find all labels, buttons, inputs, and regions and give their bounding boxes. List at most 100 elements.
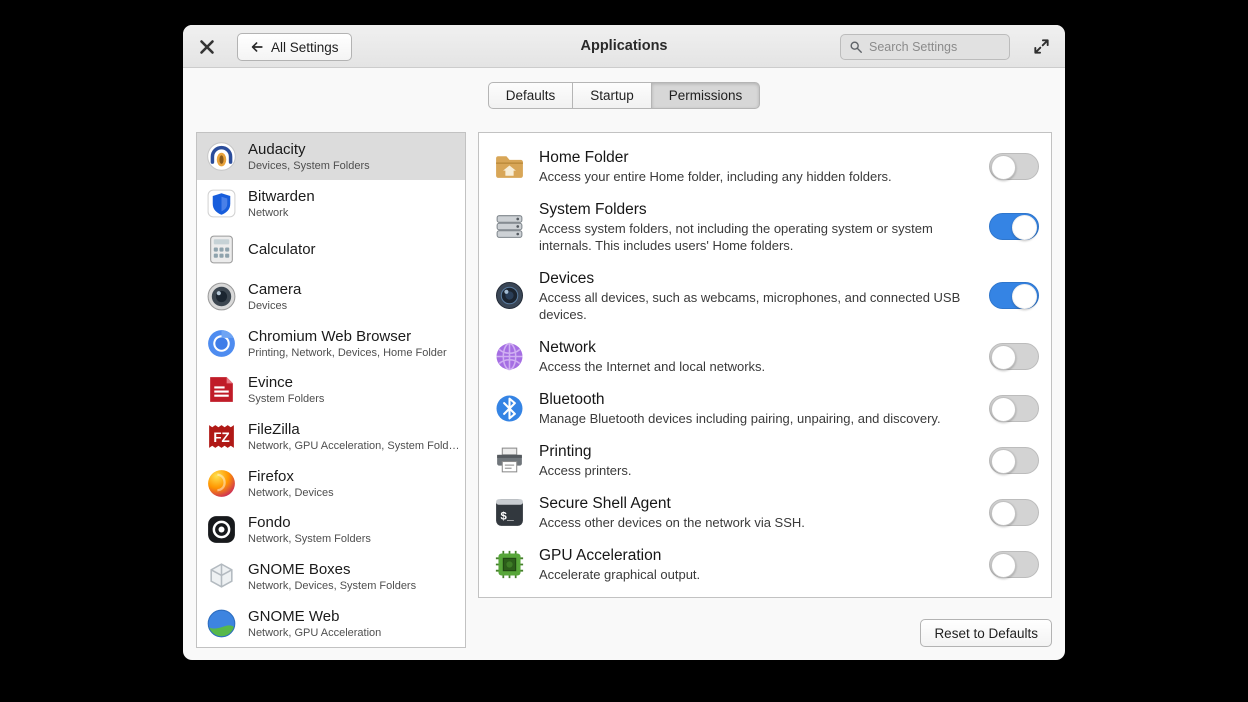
- app-name: Camera: [248, 280, 460, 299]
- app-name: Chromium Web Browser: [248, 327, 460, 346]
- app-permissions-summary: Network, System Folders: [248, 532, 460, 546]
- app-list: Audacity Devices, System Folders Bitward…: [196, 132, 466, 648]
- app-permissions-summary: System Folders: [248, 392, 460, 406]
- app-row-calculator[interactable]: Calculator: [197, 226, 465, 273]
- tab-startup[interactable]: Startup: [573, 82, 652, 109]
- toggle-home-folder[interactable]: [989, 153, 1039, 180]
- app-name: Audacity: [248, 140, 460, 159]
- filezilla-icon: FZ: [205, 420, 238, 453]
- ssh-icon: $_: [493, 496, 526, 529]
- app-name: Fondo: [248, 513, 460, 532]
- permissions-panel: Home Folder Access your entire Home fold…: [478, 132, 1052, 598]
- permission-description: Access your entire Home folder, includin…: [539, 168, 976, 185]
- permission-description: Access other devices on the network via …: [539, 514, 976, 531]
- app-name: GNOME Web: [248, 607, 460, 626]
- toggle-secure-shell-agent[interactable]: [989, 499, 1039, 526]
- toggle-gpu-acceleration[interactable]: [989, 551, 1039, 578]
- permission-row-devices: Devices Access all devices, such as webc…: [479, 261, 1051, 330]
- chromium-icon: [205, 327, 238, 360]
- printing-icon: [493, 444, 526, 477]
- app-row-firefox[interactable]: Firefox Network, Devices: [197, 460, 465, 507]
- permission-row-gpu-acceleration: GPU Acceleration Accelerate graphical ou…: [479, 538, 1051, 590]
- app-name: GNOME Boxes: [248, 560, 460, 579]
- permission-title: Bluetooth: [539, 389, 976, 410]
- header-bar: Applications All Settings: [183, 25, 1065, 68]
- app-row-fondo[interactable]: Fondo Network, System Folders: [197, 507, 465, 554]
- permission-row-secure-shell-agent: $_ Secure Shell Agent Access other devic…: [479, 486, 1051, 538]
- reset-to-defaults-button[interactable]: Reset to Defaults: [920, 619, 1052, 647]
- camera-icon: [205, 280, 238, 313]
- permission-description: Access system folders, not including the…: [539, 220, 976, 254]
- gpu-icon: [493, 548, 526, 581]
- app-permissions-summary: Network, Devices: [248, 486, 460, 500]
- permission-description: Access the Internet and local networks.: [539, 358, 976, 375]
- permission-row-printing: Printing Access printers.: [479, 434, 1051, 486]
- fondo-icon: [205, 513, 238, 546]
- all-settings-label: All Settings: [271, 40, 339, 55]
- app-row-gnome-boxes[interactable]: GNOME Boxes Network, Devices, System Fol…: [197, 553, 465, 600]
- permission-title: System Folders: [539, 199, 976, 220]
- network-icon: [493, 340, 526, 373]
- permission-row-system-folders: System Folders Access system folders, no…: [479, 192, 1051, 261]
- bluetooth-icon: [493, 392, 526, 425]
- app-permissions-summary: Devices, System Folders: [248, 159, 460, 173]
- app-row-audacity[interactable]: Audacity Devices, System Folders: [197, 133, 465, 180]
- firefox-icon: [205, 467, 238, 500]
- app-name: Calculator: [248, 240, 460, 259]
- system-folders-icon: [493, 210, 526, 243]
- permission-title: GPU Acceleration: [539, 545, 976, 566]
- bitwarden-icon: [205, 187, 238, 220]
- app-permissions-summary: Network: [248, 206, 460, 220]
- view-switcher: Defaults Startup Permissions: [183, 82, 1065, 109]
- app-row-evince[interactable]: Evince System Folders: [197, 366, 465, 413]
- permission-row-home-folder: Home Folder Access your entire Home fold…: [479, 140, 1051, 192]
- permission-row-bluetooth: Bluetooth Manage Bluetooth devices inclu…: [479, 382, 1051, 434]
- toggle-network[interactable]: [989, 343, 1039, 370]
- app-name: Bitwarden: [248, 187, 460, 206]
- app-row-filezilla[interactable]: FZ FileZilla Network, GPU Acceleration, …: [197, 413, 465, 460]
- home-folder-icon: [493, 150, 526, 183]
- tab-defaults[interactable]: Defaults: [488, 82, 574, 109]
- permission-description: Access all devices, such as webcams, mic…: [539, 289, 976, 323]
- permission-title: Network: [539, 337, 976, 358]
- gnome-boxes-icon: [205, 560, 238, 593]
- permission-title: Home Folder: [539, 147, 976, 168]
- permission-row-network: Network Access the Internet and local ne…: [479, 330, 1051, 382]
- app-permissions-summary: Network, Devices, System Folders: [248, 579, 460, 593]
- expand-icon[interactable]: [1032, 37, 1051, 56]
- evince-icon: [205, 373, 238, 406]
- toggle-devices[interactable]: [989, 282, 1039, 309]
- app-row-gnome-web[interactable]: GNOME Web Network, GPU Acceleration: [197, 600, 465, 647]
- svg-text:$_: $_: [500, 511, 514, 523]
- toggle-printing[interactable]: [989, 447, 1039, 474]
- permission-description: Accelerate graphical output.: [539, 566, 976, 583]
- settings-window: Applications All Settings Defaults Start…: [183, 25, 1065, 660]
- back-arrow-icon: [250, 40, 264, 54]
- search-box: [840, 34, 1010, 60]
- app-permissions-summary: Printing, Network, Devices, Home Folder: [248, 346, 460, 360]
- all-settings-button[interactable]: All Settings: [237, 33, 352, 61]
- app-name: Evince: [248, 373, 460, 392]
- devices-icon: [493, 279, 526, 312]
- app-name: FileZilla: [248, 420, 460, 439]
- search-icon: [849, 40, 863, 54]
- gnome-web-icon: [205, 607, 238, 640]
- app-row-chromium-web-browser[interactable]: Chromium Web Browser Printing, Network, …: [197, 320, 465, 367]
- permission-title: Printing: [539, 441, 976, 462]
- app-permissions-summary: Network, GPU Acceleration: [248, 626, 460, 640]
- calculator-icon: [205, 233, 238, 266]
- close-icon[interactable]: [196, 36, 218, 58]
- svg-text:FZ: FZ: [213, 430, 229, 445]
- app-row-camera[interactable]: Camera Devices: [197, 273, 465, 320]
- toggle-system-folders[interactable]: [989, 213, 1039, 240]
- search-input[interactable]: [869, 40, 1001, 54]
- app-name: Firefox: [248, 467, 460, 486]
- app-permissions-summary: Devices: [248, 299, 460, 313]
- audacity-icon: [205, 140, 238, 173]
- toggle-bluetooth[interactable]: [989, 395, 1039, 422]
- permission-title: Devices: [539, 268, 976, 289]
- permission-description: Access printers.: [539, 462, 976, 479]
- app-row-bitwarden[interactable]: Bitwarden Network: [197, 180, 465, 227]
- tab-permissions[interactable]: Permissions: [652, 82, 761, 109]
- app-permissions-summary: Network, GPU Acceleration, System Folder…: [248, 439, 460, 453]
